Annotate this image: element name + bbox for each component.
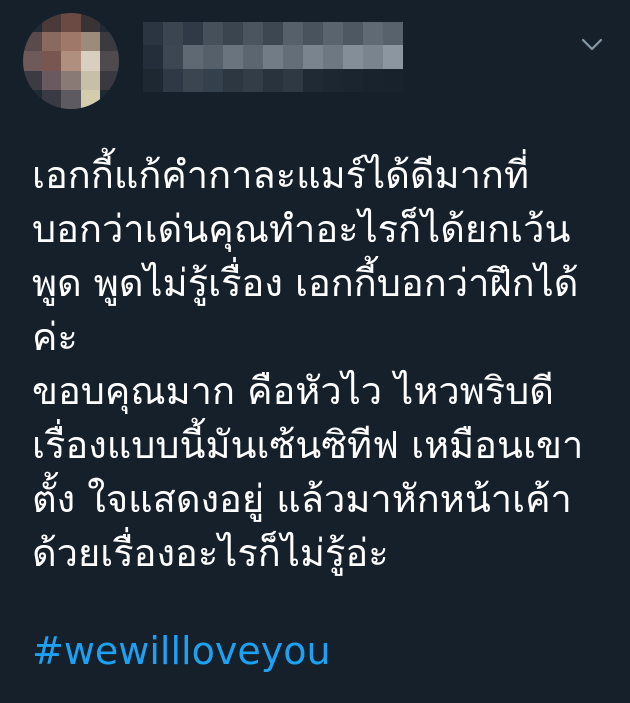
- tweet-text-line: พูด พูดไม่รู้เรื่อง เอกกี้บอกว่าฝึกได้: [32, 261, 579, 305]
- tweet-text-line: ตั้ง ใจแสดงอยู่ แล้วมาหักหน้าเค้า: [32, 477, 572, 521]
- tweet-text-line: เอกกี้แก้คำกาละแมร์ได้ดีมากที่: [32, 153, 529, 197]
- chevron-down-icon[interactable]: [578, 30, 606, 58]
- tweet-text-line: ขอบคุณมาก คือหัวไว ไหวพริบดี: [32, 369, 554, 413]
- tweet-card: เอกกี้แก้คำกาละแมร์ได้ดีมากที่ บอกว่าเด่…: [0, 0, 630, 703]
- tweet-text: เอกกี้แก้คำกาละแมร์ได้ดีมากที่ บอกว่าเด่…: [32, 148, 612, 580]
- hashtag-link[interactable]: #wewillloveyou: [32, 624, 331, 678]
- tweet-text-line: บอกว่าเด่นคุณทำอะไรก็ได้ยกเว้น: [32, 207, 571, 251]
- avatar[interactable]: [23, 13, 119, 109]
- tweet-text-line: ด้วยเรื่องอะไรก็ไม่รู้อ่ะ: [32, 531, 389, 575]
- user-name-blurred[interactable]: [143, 22, 403, 92]
- tweet-text-line: เรื่องแบบนี้มันเซ้นซิทีฟ เหมือนเขา: [32, 423, 584, 467]
- tweet-text-line: ค่ะ: [32, 315, 78, 359]
